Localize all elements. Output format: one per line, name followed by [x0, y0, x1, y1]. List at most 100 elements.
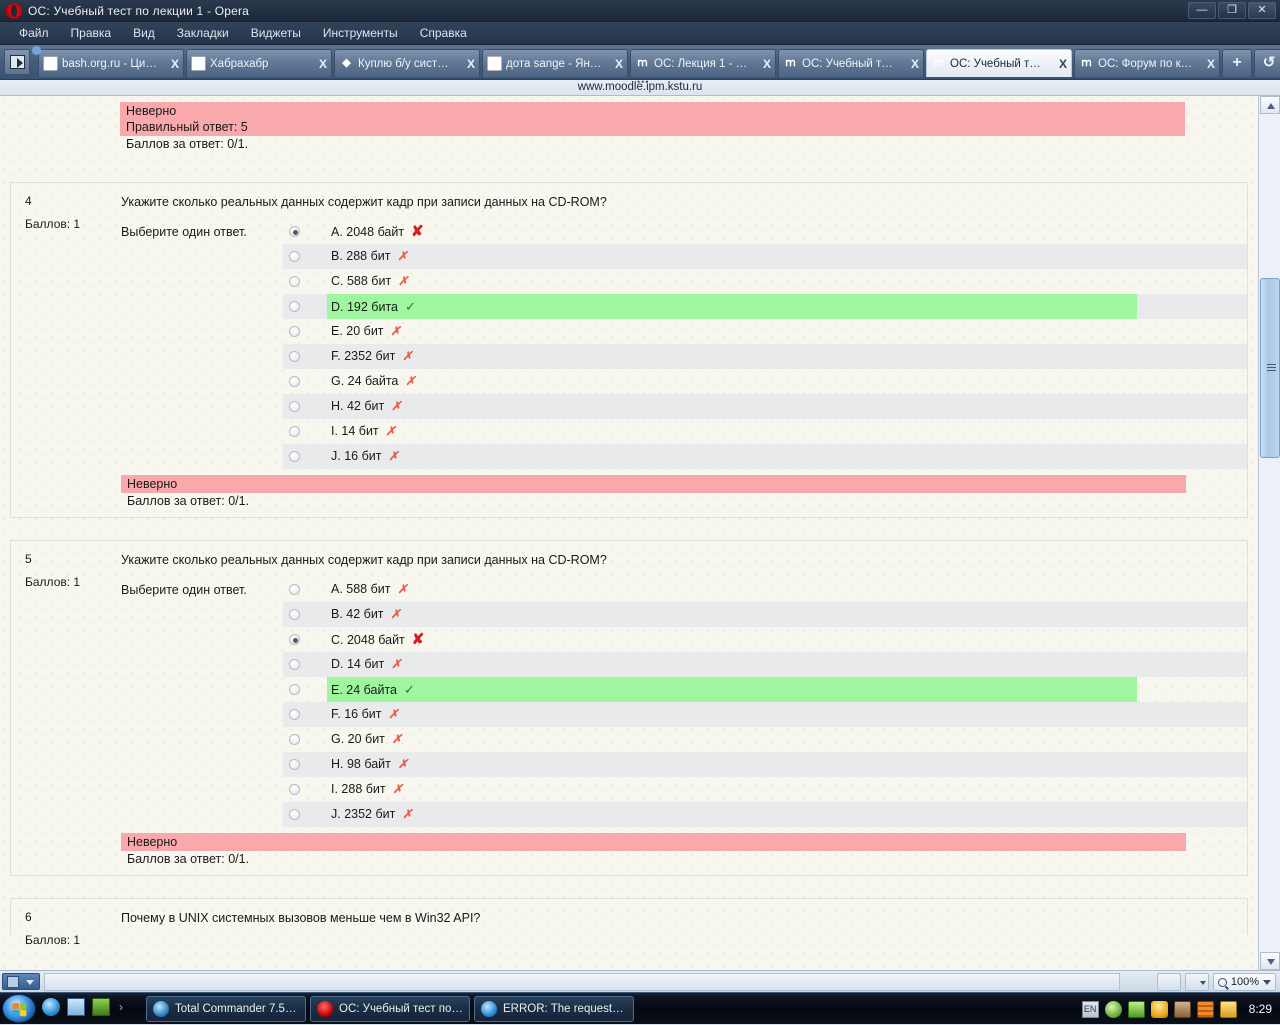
answer-row[interactable]: E. 20 бит ✗ [283, 319, 1247, 344]
answer-radio-3[interactable] [289, 659, 300, 670]
answer-row[interactable]: C. 588 бит ✗ [283, 269, 1247, 294]
menu-item-1[interactable]: Правка [60, 22, 123, 44]
security-alert-icon[interactable] [1150, 1000, 1168, 1018]
browser-tab-6[interactable]: ⅿ ОС: Учебный т… X [926, 49, 1072, 77]
download-icon[interactable] [1173, 1000, 1191, 1018]
answer-radio-3[interactable] [289, 301, 300, 312]
answer-row[interactable]: I. 288 бит ✗ [283, 777, 1247, 802]
answer-row[interactable]: D. 192 бита ✓ [283, 294, 1247, 319]
browser-tab-5[interactable]: ⅿ ОС: Учебный т… X [778, 49, 924, 77]
answer-radio-2[interactable] [289, 634, 300, 645]
answer-row[interactable]: C. 2048 байт ✘ [283, 627, 1247, 652]
answer-radio-6[interactable] [289, 376, 300, 387]
answer-radio-5[interactable] [289, 351, 300, 362]
utorrent-icon[interactable] [92, 998, 110, 1016]
answer-row[interactable]: J. 16 бит ✗ [283, 444, 1247, 469]
answer-radio-2[interactable] [289, 276, 300, 287]
answer-row[interactable]: A. 588 бит ✗ [283, 577, 1247, 602]
menu-item-2[interactable]: Вид [122, 22, 166, 44]
window-controls: — ❐ ✕ [1188, 2, 1276, 19]
answer-row[interactable]: F. 16 бит ✗ [283, 702, 1247, 727]
answer-radio-1[interactable] [289, 251, 300, 262]
vertical-scrollbar[interactable] [1258, 96, 1280, 970]
utorrent-icon[interactable] [1127, 1000, 1145, 1018]
taskbar-task-2[interactable]: ERROR: The requeste… [474, 996, 634, 1022]
answer-radio-8[interactable] [289, 426, 300, 437]
scroll-down-arrow-icon[interactable] [1260, 952, 1280, 970]
horizontal-scrollbar[interactable] [44, 973, 1120, 991]
answer-radio-9[interactable] [289, 809, 300, 820]
menu-item-4[interactable]: Виджеты [240, 22, 312, 44]
answer-row[interactable]: G. 24 байта ✗ [283, 369, 1247, 394]
tab-close-icon[interactable]: X [758, 57, 771, 71]
answer-radio-0[interactable] [289, 584, 300, 595]
answer-row[interactable]: D. 14 бит ✗ [283, 652, 1247, 677]
tab-close-icon[interactable]: X [166, 57, 179, 71]
answer-row[interactable]: J. 2352 бит ✗ [283, 802, 1247, 827]
minimize-button[interactable]: — [1188, 2, 1216, 19]
tab-close-icon[interactable]: X [906, 57, 919, 71]
tab-close-icon[interactable]: X [610, 57, 623, 71]
chevron-down-icon[interactable] [1263, 979, 1271, 985]
answer-row[interactable]: H. 98 байт ✗ [283, 752, 1247, 777]
menu-item-3[interactable]: Закладки [166, 22, 240, 44]
browser-tab-0[interactable]: b bash.org.ru - Ци… X [32, 46, 184, 77]
internet-explorer-icon[interactable] [42, 998, 60, 1016]
start-button[interactable] [2, 994, 36, 1023]
quick-launch-overflow[interactable]: › [119, 1000, 123, 1014]
answer-text: E. 24 байта [331, 683, 398, 697]
image-toggle-icon[interactable] [1184, 973, 1209, 991]
answer-radio-5[interactable] [289, 709, 300, 720]
taskbar-task-1[interactable]: ОС: Учебный тест по… [310, 996, 470, 1022]
trash-icon[interactable]: ↺ [1254, 49, 1280, 77]
tab-close-icon[interactable]: X [462, 57, 475, 71]
address-bar[interactable]: ••• www.moodle.ipm.kstu.ru [0, 77, 1280, 96]
menu-item-5[interactable]: Инструменты [312, 22, 409, 44]
new-tab-button[interactable]: + [1222, 49, 1252, 77]
answer-row[interactable]: B. 42 бит ✗ [283, 602, 1247, 627]
language-indicator[interactable]: EN [1081, 1000, 1099, 1018]
answer-radio-9[interactable] [289, 451, 300, 462]
tab-close-icon[interactable]: X [1202, 57, 1215, 71]
tab-close-icon[interactable]: X [314, 57, 327, 71]
browser-tab-4[interactable]: ⅿ ОС: Лекция 1 - … X [630, 49, 776, 77]
answer-row[interactable]: F. 2352 бит ✗ [283, 344, 1247, 369]
answer-radio-6[interactable] [289, 734, 300, 745]
scrollbar-thumb[interactable] [1260, 278, 1280, 458]
taskbar-task-0[interactable]: Total Commander 7.5… [146, 996, 306, 1022]
browser-tab-1[interactable]: H Хабрахабр X [186, 49, 332, 77]
answer-radio-8[interactable] [289, 784, 300, 795]
show-desktop-icon[interactable] [67, 998, 85, 1016]
browser-tab-3[interactable]: Ядота sange - Ян… X [482, 49, 628, 77]
answer-radio-0[interactable] [289, 226, 300, 237]
browser-tab-7[interactable]: ⅿ ОС: Форум по к… X [1074, 49, 1220, 77]
answer-row[interactable]: I. 14 бит ✗ [283, 419, 1247, 444]
clock[interactable]: 8:29 [1249, 1002, 1272, 1016]
page-menu-button[interactable] [2, 973, 40, 990]
panel-toggle-button[interactable] [4, 49, 30, 75]
answer-row[interactable]: A. 2048 байт ✘ [283, 219, 1247, 244]
close-button[interactable]: ✕ [1248, 2, 1276, 19]
tab-close-icon[interactable]: X [1054, 57, 1067, 71]
answer-row[interactable]: G. 20 бит ✗ [283, 727, 1247, 752]
answer-radio-1[interactable] [289, 609, 300, 620]
zoom-control[interactable]: 100% [1212, 973, 1276, 991]
browser-tab-2[interactable]: ◆ Куплю б/у сист… X [334, 49, 480, 77]
answer-radio-4[interactable] [289, 684, 300, 695]
answer-radio-7[interactable] [289, 401, 300, 412]
answer-mark-icon: ✗ [402, 349, 413, 363]
maximize-button[interactable]: ❐ [1218, 2, 1246, 19]
answer-row[interactable]: B. 288 бит ✗ [283, 244, 1247, 269]
drive-icon[interactable] [1196, 1000, 1214, 1018]
transfer-icon[interactable] [1156, 973, 1181, 991]
answer-radio-4[interactable] [289, 326, 300, 337]
url-text[interactable]: www.moodle.ipm.kstu.ru [0, 81, 1280, 93]
menu-item-6[interactable]: Справка [409, 22, 478, 44]
answer-row[interactable]: E. 24 байта ✓ [283, 677, 1247, 702]
folder-icon[interactable] [1219, 1000, 1237, 1018]
menu-item-0[interactable]: Файл [8, 22, 60, 44]
answer-radio-7[interactable] [289, 759, 300, 770]
answer-row[interactable]: H. 42 бит ✗ [283, 394, 1247, 419]
scroll-up-arrow-icon[interactable] [1260, 96, 1280, 114]
shield-icon[interactable] [1104, 1000, 1122, 1018]
